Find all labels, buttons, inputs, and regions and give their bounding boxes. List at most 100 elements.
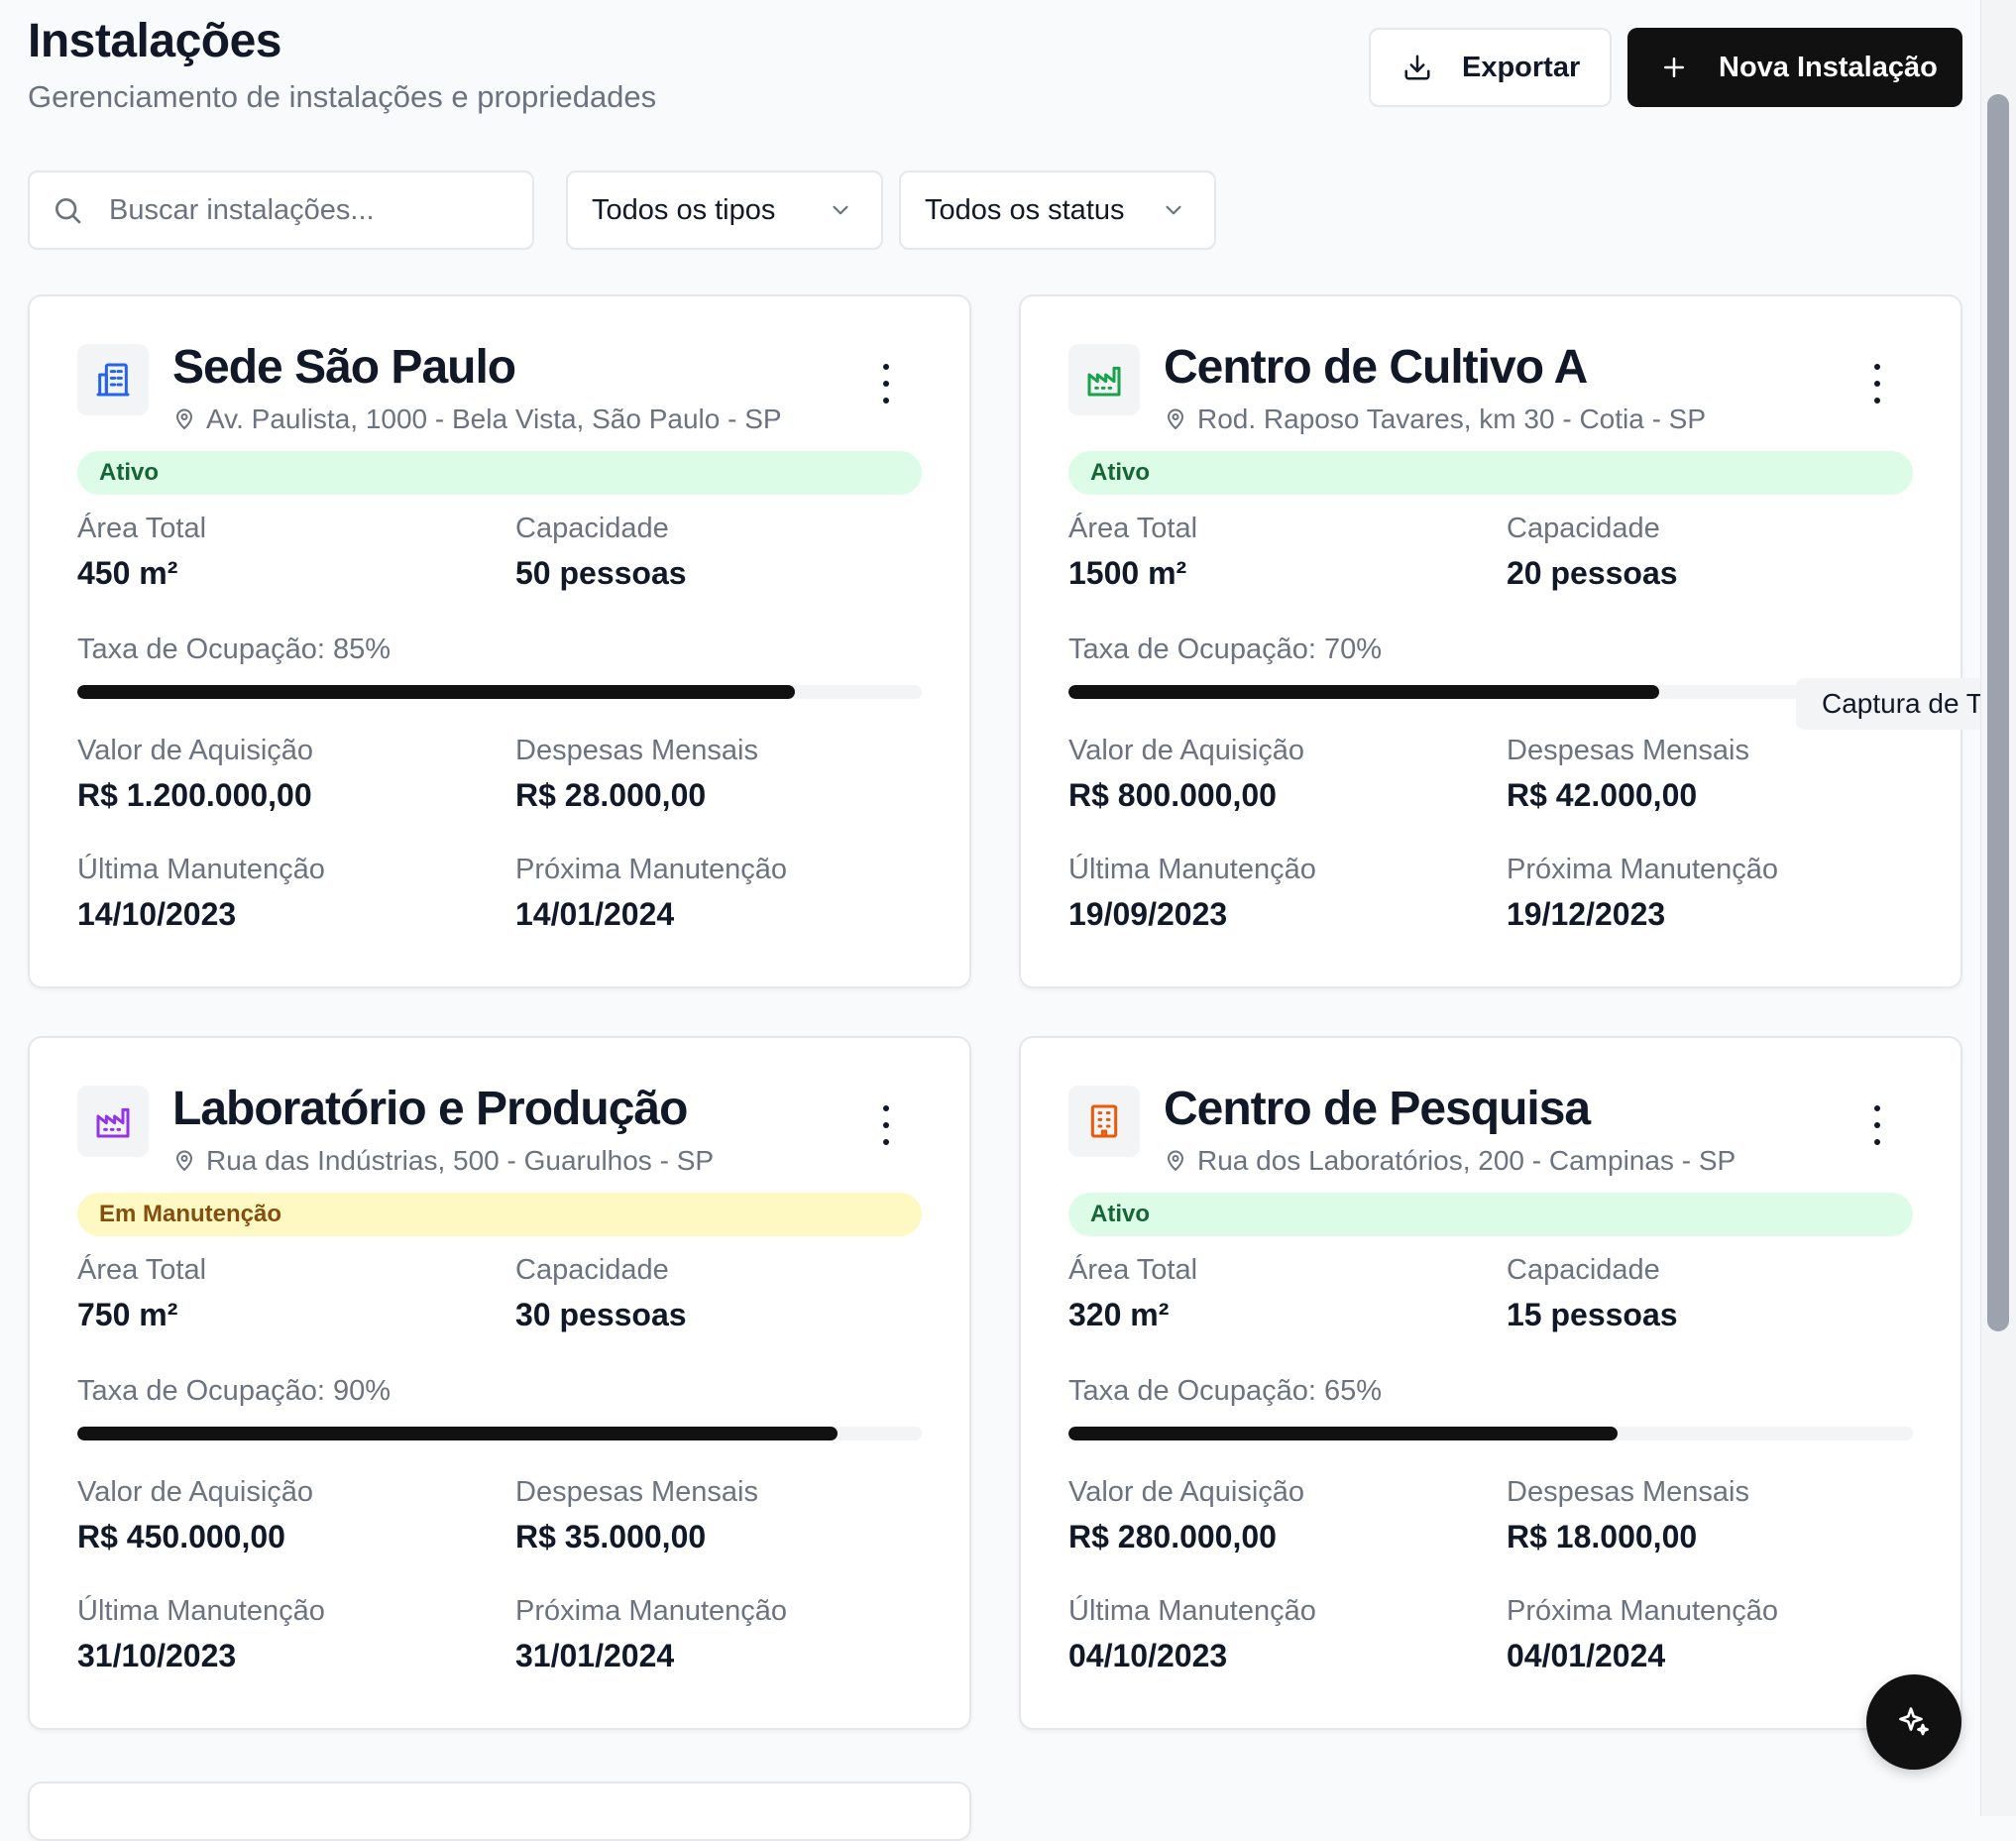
area-label: Área Total (1068, 513, 1198, 544)
address-text: Rua dos Laboratórios, 200 - Campinas - S… (1197, 1145, 1736, 1176)
status-badge: Ativo (1068, 1193, 1913, 1236)
area-field: Área Total 750 m² (77, 1254, 206, 1333)
installation-address: Rod. Raposo Tavares, km 30 - Cotia - SP (1164, 403, 1706, 435)
search-icon (56, 198, 81, 224)
occupancy-label: Taxa de Ocupação: 90% (77, 1375, 391, 1407)
area-label: Área Total (77, 513, 207, 544)
search-placeholder: Buscar instalações... (109, 193, 375, 226)
factory-icon (93, 1101, 133, 1141)
search-input[interactable]: Buscar instalações... (28, 171, 534, 250)
status-badge: Ativo (77, 451, 922, 495)
installation-address: Av. Paulista, 1000 - Bela Vista, São Pau… (172, 403, 782, 435)
acquisition-value: R$ 280.000,00 (1068, 1519, 1277, 1554)
next-maintenance-field: Próxima Manutenção 04/01/2024 (1507, 1595, 1778, 1674)
map-pin-icon (1164, 407, 1187, 431)
building-icon (1084, 1101, 1124, 1141)
monthly-expenses-field: Despesas Mensais R$ 28.000,00 (515, 735, 758, 814)
next-maintenance-label: Próxima Manutenção (1507, 1595, 1779, 1627)
new-installation-label: Nova Instalação (1719, 51, 1938, 83)
scrollbar[interactable] (1980, 0, 2016, 1816)
status-badge: Ativo (1068, 451, 1913, 495)
monthly-expenses-label: Despesas Mensais (1507, 735, 1749, 766)
acquisition-field: Valor de Aquisição R$ 450.000,00 (77, 1476, 313, 1555)
status-badge: Em Manutenção (77, 1193, 922, 1236)
download-icon (1404, 55, 1430, 80)
capacity-field: Capacidade 15 pessoas (1507, 1254, 1678, 1333)
map-pin-icon (1164, 1149, 1187, 1173)
area-label: Área Total (77, 1254, 207, 1286)
new-installation-button[interactable]: Nova Instalação (1627, 28, 1962, 107)
installation-type-icon-box (77, 1086, 149, 1157)
occupancy-progress-bar (77, 685, 922, 699)
monthly-expenses-label: Despesas Mensais (515, 735, 758, 766)
occupancy-progress-fill (77, 685, 796, 699)
occupancy-progress-bar (1068, 1427, 1913, 1440)
capacity-value: 20 pessoas (1507, 555, 1678, 591)
chevron-down-icon (833, 205, 848, 215)
next-maintenance-label: Próxima Manutenção (515, 1595, 788, 1627)
installation-name: Laboratório e Produção (172, 1083, 688, 1135)
address-text: Rod. Raposo Tavares, km 30 - Cotia - SP (1197, 403, 1707, 434)
area-field: Área Total 1500 m² (1068, 513, 1197, 592)
installation-card[interactable]: Centro de Cultivo A Rod. Raposo Tavares, … (1019, 294, 1962, 988)
last-maintenance-value: 14/10/2023 (77, 896, 237, 932)
page-title: Instalações (28, 15, 281, 67)
ai-assistant-button[interactable] (1866, 1674, 1961, 1770)
installation-address: Rua dos Laboratórios, 200 - Campinas - S… (1164, 1145, 1736, 1177)
monthly-expenses-label: Despesas Mensais (1507, 1476, 1749, 1508)
last-maintenance-field: Última Manutenção 19/09/2023 (1068, 854, 1316, 933)
type-filter-select[interactable]: Todos os tipos (566, 171, 883, 250)
occupancy-progress-fill (1068, 1427, 1618, 1440)
installation-card[interactable]: Laboratório e Produção Rua das Indústrias… (28, 1036, 971, 1730)
last-maintenance-label: Última Manutenção (1068, 854, 1316, 885)
acquisition-field: Valor de Aquisição R$ 1.200.000,00 (77, 735, 313, 814)
last-maintenance-label: Última Manutenção (77, 854, 325, 885)
acquisition-label: Valor de Aquisição (77, 1476, 314, 1508)
capacity-value: 30 pessoas (515, 1297, 687, 1332)
monthly-expenses-value: R$ 28.000,00 (515, 777, 707, 813)
capacity-value: 15 pessoas (1507, 1297, 1678, 1332)
more-options-icon[interactable] (880, 364, 892, 403)
type-filter-value: Todos os tipos (592, 193, 776, 226)
monthly-expenses-field: Despesas Mensais R$ 42.000,00 (1507, 735, 1749, 814)
occupancy-progress-fill (77, 1427, 838, 1440)
status-filter-value: Todos os status (925, 193, 1125, 226)
last-maintenance-value: 19/09/2023 (1068, 896, 1228, 932)
more-options-icon[interactable] (1871, 364, 1883, 403)
installation-type-icon-box (1068, 1086, 1140, 1157)
area-value: 320 m² (1068, 1297, 1170, 1332)
last-maintenance-label: Última Manutenção (77, 1595, 325, 1627)
area-field: Área Total 450 m² (77, 513, 206, 592)
next-maintenance-value: 04/01/2024 (1507, 1638, 1666, 1673)
plus-icon (1664, 58, 1684, 77)
more-options-icon[interactable] (1871, 1105, 1883, 1145)
next-maintenance-field: Próxima Manutenção 14/01/2024 (515, 854, 787, 933)
capacity-field: Capacidade 50 pessoas (515, 513, 687, 592)
export-button-label: Exportar (1462, 51, 1581, 83)
scrollbar-thumb[interactable] (1987, 94, 2009, 1331)
area-value: 1500 m² (1068, 555, 1187, 591)
map-pin-icon (172, 1149, 196, 1173)
status-filter-select[interactable]: Todos os status (899, 171, 1216, 250)
more-options-icon[interactable] (880, 1105, 892, 1145)
capacity-label: Capacidade (1507, 513, 1660, 544)
next-maintenance-value: 14/01/2024 (515, 896, 675, 932)
address-text: Av. Paulista, 1000 - Bela Vista, São Pau… (206, 403, 782, 434)
monthly-expenses-value: R$ 18.000,00 (1507, 1519, 1698, 1554)
capacity-label: Capacidade (1507, 1254, 1660, 1286)
export-button[interactable]: Exportar (1369, 28, 1612, 107)
installation-card[interactable]: Centro de Pesquisa Rua dos Laboratórios, … (1019, 1036, 1962, 1730)
last-maintenance-label: Última Manutenção (1068, 1595, 1316, 1627)
monthly-expenses-field: Despesas Mensais R$ 18.000,00 (1507, 1476, 1749, 1555)
acquisition-field: Valor de Aquisição R$ 280.000,00 (1068, 1476, 1304, 1555)
acquisition-label: Valor de Aquisição (1068, 735, 1305, 766)
next-maintenance-field: Próxima Manutenção 19/12/2023 (1507, 854, 1778, 933)
installation-card-partial[interactable] (28, 1782, 971, 1841)
installation-card[interactable]: Sede São Paulo Av. Paulista, 1000 - Bela … (28, 294, 971, 988)
next-maintenance-field: Próxima Manutenção 31/01/2024 (515, 1595, 787, 1674)
installation-type-icon-box (77, 344, 149, 415)
capacity-field: Capacidade 20 pessoas (1507, 513, 1678, 592)
capacity-label: Capacidade (515, 1254, 669, 1286)
next-maintenance-label: Próxima Manutenção (515, 854, 788, 885)
last-maintenance-value: 31/10/2023 (77, 1638, 237, 1673)
